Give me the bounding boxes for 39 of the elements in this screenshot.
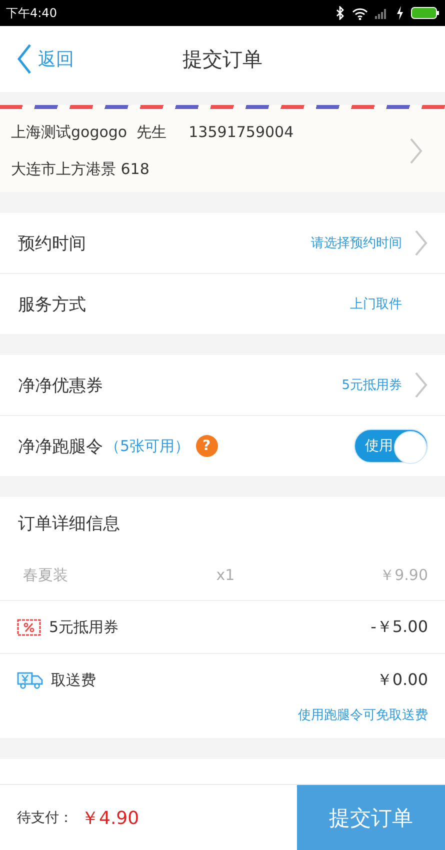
total-amount: ￥4.90 [81,806,140,830]
line-label: 5元抵用券 [49,618,119,636]
wifi-icon [352,6,368,20]
setting-row[interactable]: 服务方式 上门取件 [0,274,445,334]
row-value: 5元抵用券 [342,377,402,394]
back-chevron-icon [16,43,32,75]
coupon-row[interactable]: 净净优惠券 5元抵用券 [0,355,445,416]
row-label: 服务方式 [18,294,86,316]
row-label: 预约时间 [18,232,86,254]
percent-ticket-icon [17,618,41,636]
address-text: 大连市上方港景 618 [11,160,150,178]
setting-row[interactable]: 预约时间 请选择预约时间 [0,213,445,274]
line-amount: -￥5.00 [370,616,428,638]
total-label: 待支付： [17,808,73,826]
item-price: ￥9.90 [380,566,428,584]
item-name: 春夏装 [23,566,69,584]
contact-name: 上海测试gogogo 先生 [11,122,167,142]
page-title: 提交订单 [182,46,262,72]
info-note: 使用跑腿令可免取送费 [298,707,428,724]
battery-icon [411,7,439,19]
row-label: 净净优惠券 [18,374,103,396]
item-quantity: x1 [216,566,235,584]
chevron-right-icon [414,371,428,399]
line-label: 取送费 [51,670,96,690]
available-count: （5张可用） [105,436,190,456]
row-value: 上门取件 [350,296,402,313]
row-value: 请选择预约时间 [311,235,402,252]
address-card[interactable]: 上海测试gogogo 先生 13591759004 大连市上方港景 618 [0,109,445,192]
section-title: 订单详细信息 [17,513,121,536]
contact-phone: 13591759004 [188,122,294,142]
chevron-right-icon [414,229,428,257]
row-label: 净净跑腿令 [18,436,103,458]
status-time: 下午4:40 [6,4,57,22]
delivery-truck-icon [17,671,43,689]
line-amount: ￥0.00 [376,670,428,690]
charging-icon [396,6,404,20]
signal-icon [375,7,389,19]
chevron-right-icon [409,136,423,164]
bluetooth-icon [335,6,345,20]
